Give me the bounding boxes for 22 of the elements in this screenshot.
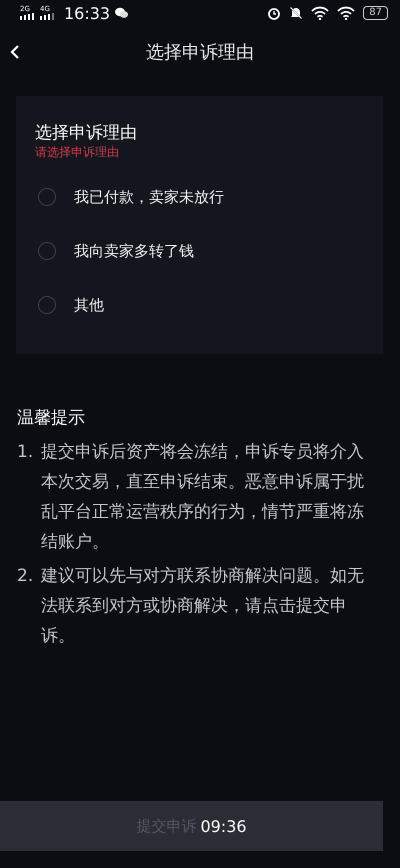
tip-text: 建议可以先与对方联系协商解决问题。如无法联系到对方或协商解决，请点击提交申诉。 <box>41 565 365 648</box>
chat-icon <box>115 7 128 19</box>
status-time: 16:33 <box>64 4 110 22</box>
wifi-icon <box>311 6 330 20</box>
reason-option[interactable]: 我向卖家多转了钱 <box>35 224 364 278</box>
list-number: 1. <box>17 441 34 464</box>
error-message: 请选择申诉理由 <box>35 144 120 160</box>
reason-option[interactable]: 其他 <box>35 278 364 332</box>
tips-title: 温馨提示 <box>17 407 86 429</box>
wifi-icon <box>337 6 356 20</box>
mute-icon <box>289 6 304 20</box>
back-icon <box>10 44 20 60</box>
signal-icon <box>20 13 36 20</box>
countdown-timer: 09:36 <box>200 816 247 836</box>
reason-option[interactable]: 我已付款，卖家未放行 <box>35 170 364 224</box>
tip-text: 提交申诉后资产将会冻结，申诉专员将介入本次交易，直至申诉结束。恶意申诉属于扰乱平台正常运营秩序的行为，情节严重将冻结账户。 <box>41 441 365 554</box>
section-title: 选择申诉理由 <box>35 122 138 144</box>
battery-icon: 87 <box>363 6 388 20</box>
page-title: 选择申诉理由 <box>146 41 254 64</box>
list-number: 2. <box>17 565 34 588</box>
signal-icon <box>40 13 56 20</box>
alarm-icon <box>267 6 282 20</box>
